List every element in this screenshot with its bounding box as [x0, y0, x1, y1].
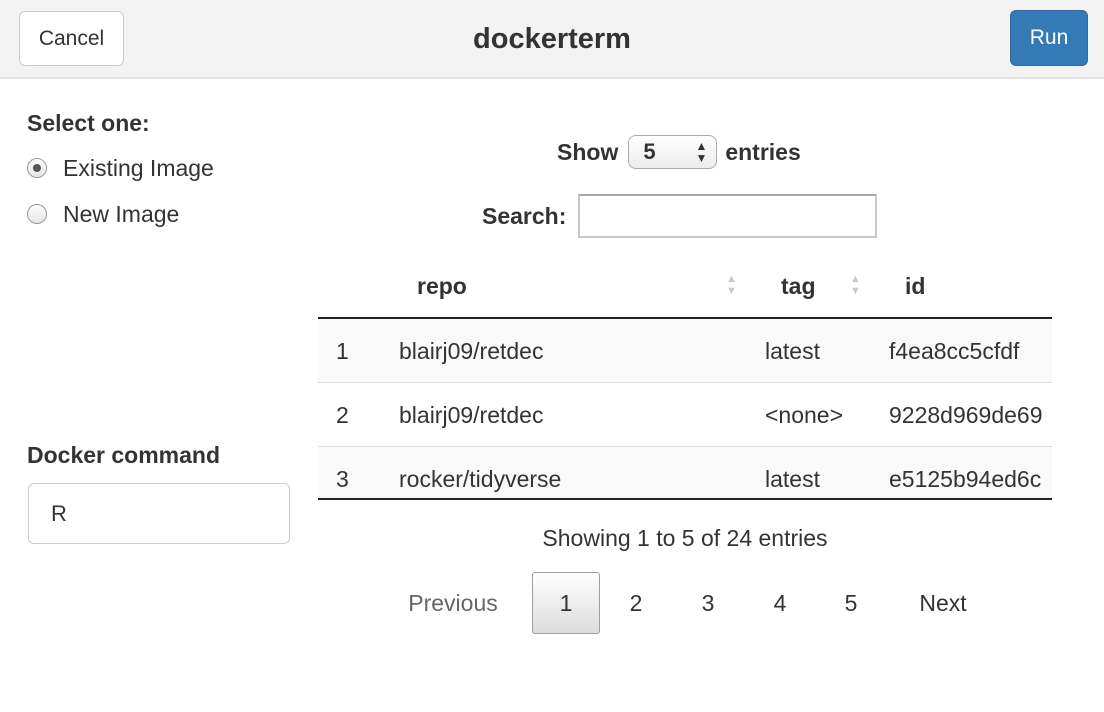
cell-repo: blairj09/retdec [399, 401, 544, 428]
page-button-1[interactable]: 1 [532, 572, 600, 634]
page-button-5[interactable]: 5 [819, 572, 883, 634]
cell-repo: rocker/tidyverse [399, 465, 562, 492]
radio-label-new-image: New Image [63, 200, 180, 227]
sort-icon[interactable]: ▲ ▼ [850, 273, 861, 297]
entries-label: entries [725, 138, 801, 165]
row-index: 3 [336, 465, 349, 492]
docker-command-label: Docker command [27, 442, 221, 468]
radio-button-unchecked[interactable] [27, 204, 47, 224]
radio-new-image[interactable]: New Image [27, 199, 179, 229]
row-index: 1 [336, 337, 349, 364]
table-info: Showing 1 to 5 of 24 entries [542, 524, 828, 551]
next-page-button[interactable]: Next [903, 572, 983, 634]
select-arrows-icon: ▲ ▼ [695, 139, 708, 165]
docker-command-input[interactable] [28, 483, 290, 544]
search-input[interactable] [578, 194, 878, 238]
select-one-label: Select one: [27, 110, 150, 136]
table-row[interactable]: 2 blairj09/retdec <none> 9228d969de69 [318, 383, 1052, 447]
radio-label-existing-image: Existing Image [63, 154, 214, 181]
search-label: Search: [482, 202, 567, 229]
column-header-tag[interactable]: tag [781, 255, 816, 317]
title-bar [0, 0, 1104, 79]
cell-repo: blairj09/retdec [399, 337, 544, 364]
radio-button-checked[interactable] [27, 158, 47, 178]
cell-id: 9228d969de69 [889, 401, 1043, 428]
cell-tag: latest [765, 465, 820, 492]
page-length-value: 5 [643, 139, 656, 164]
table-row[interactable]: 3 rocker/tidyverse latest e5125b94ed6c [318, 447, 1052, 500]
pagination: Previous 1 2 3 4 5 Next [0, 572, 1104, 634]
page-button-2[interactable]: 2 [604, 572, 668, 634]
page-button-3[interactable]: 3 [676, 572, 740, 634]
page-length-control: Show 5 ▲ ▼ entries [557, 133, 801, 171]
run-button[interactable]: Run [1010, 10, 1088, 66]
cell-tag: <none> [765, 401, 844, 428]
cell-tag: latest [765, 337, 820, 364]
cell-id: e5125b94ed6c [889, 465, 1042, 492]
page-length-select[interactable]: 5 ▲ ▼ [628, 135, 718, 169]
sort-icon[interactable]: ▲ ▼ [726, 273, 737, 297]
row-index: 2 [336, 401, 349, 428]
previous-page-button[interactable]: Previous [394, 572, 512, 634]
show-label: Show [557, 138, 619, 165]
search-control: Search: [482, 193, 878, 239]
column-header-repo[interactable]: repo [417, 255, 467, 317]
cancel-button[interactable]: Cancel [19, 11, 124, 66]
table-header: repo ▲ ▼ tag ▲ ▼ id [318, 255, 1052, 319]
column-header-id[interactable]: id [905, 255, 925, 317]
radio-existing-image[interactable]: Existing Image [27, 153, 214, 183]
table-bottom-border [318, 498, 1052, 500]
cell-id: f4ea8cc5cfdf [889, 337, 1020, 364]
images-table: repo ▲ ▼ tag ▲ ▼ id 1 blairj09/retdec late… [318, 255, 1052, 500]
table-row[interactable]: 1 blairj09/retdec latest f4ea8cc5cfdf [318, 319, 1052, 383]
page-button-4[interactable]: 4 [748, 572, 812, 634]
